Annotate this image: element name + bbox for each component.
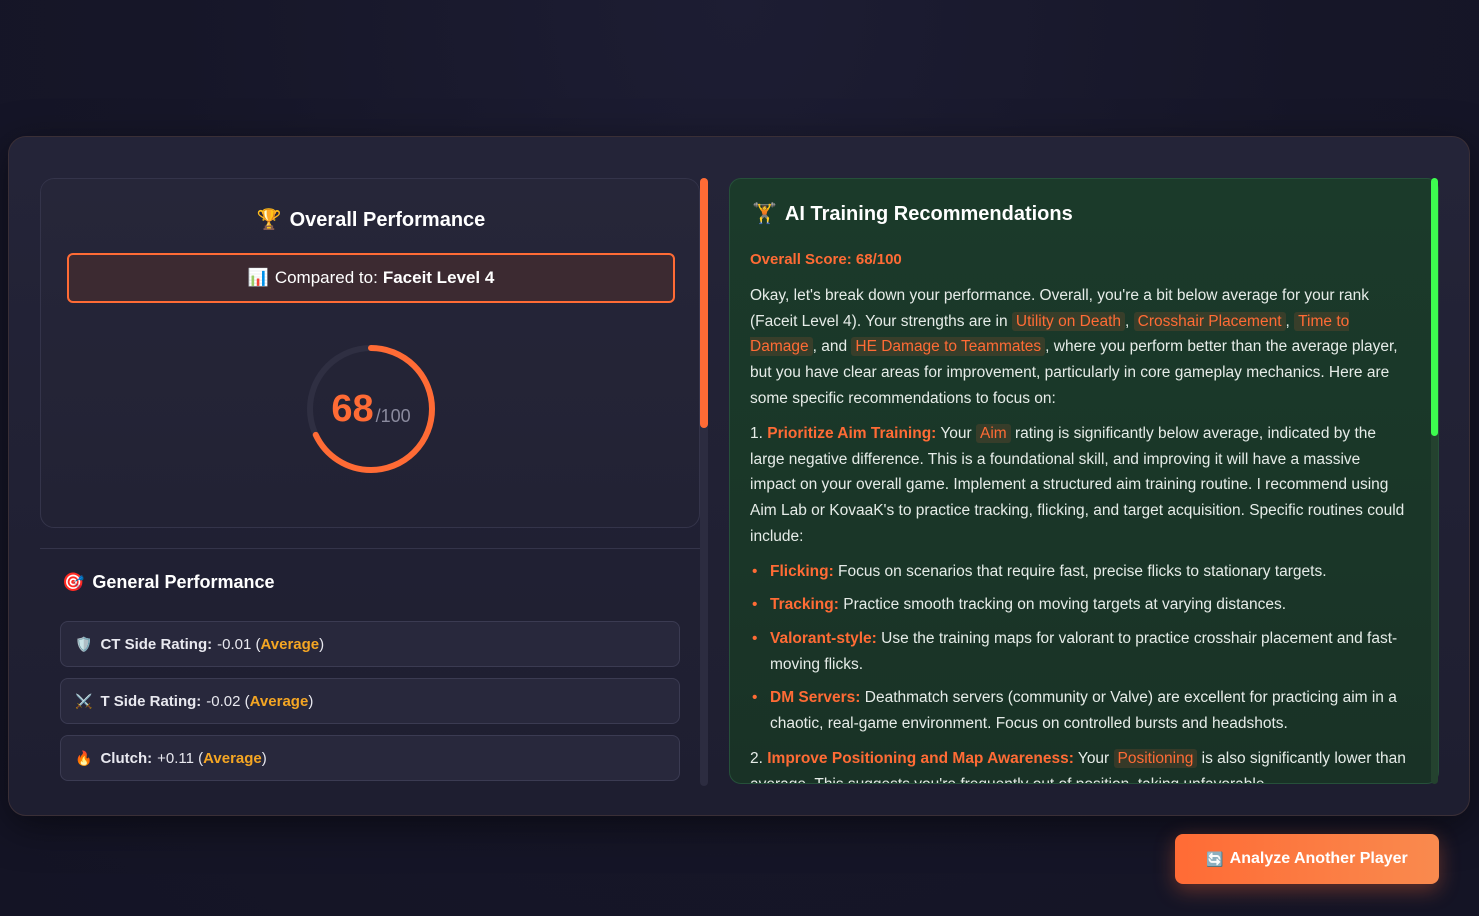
bullet-dot: • <box>752 630 758 647</box>
score-max: /100 <box>375 405 411 426</box>
ai-recommendations-panel[interactable]: 🏋 AI Training Recommendations Overall Sco… <box>729 178 1439 784</box>
swords-icon: ⚔️ <box>75 692 93 709</box>
recommendation-item-1: 1. Prioritize Aim Training: Your Aim rat… <box>750 424 1405 545</box>
bullet-tracking: • Tracking: Practice smooth tracking on m… <box>750 592 1410 618</box>
stat-value: -0.02 <box>206 692 241 710</box>
bullet-dot: • <box>752 596 758 613</box>
right-scrollbar-thumb[interactable] <box>1431 178 1438 436</box>
bullet-valorant-style: • Valorant-style: Use the training maps f… <box>750 626 1410 677</box>
general-performance-title: 🎯 General Performance <box>62 572 275 592</box>
refresh-icon: 🔄 <box>1206 850 1224 867</box>
overall-performance-card: 🏆 Overall Performance 📊 Compared to: Face… <box>40 178 700 528</box>
stat-level: Average <box>249 692 309 710</box>
trophy-icon: 🏆 <box>256 209 282 231</box>
bullet-dot: • <box>752 563 758 580</box>
stat-level: Average <box>203 749 262 767</box>
score-number: 68 <box>331 387 374 430</box>
stat-row-clutch: 🔥 Clutch: +0.11 (Average) <box>60 735 680 781</box>
dumbbell-icon: 🏋 <box>752 203 777 225</box>
bar-chart-icon: 📊 <box>247 268 269 287</box>
overall-score-line: Overall Score: 68/100 <box>750 251 902 268</box>
stat-value: +0.11 <box>157 749 194 767</box>
bullet-dot: • <box>752 689 758 706</box>
overall-performance-title: 🏆 Overall Performance <box>256 209 486 231</box>
highlight-positioning: Positioning <box>1113 749 1198 768</box>
intro-paragraph: Okay, let's break down your performance.… <box>750 287 1398 407</box>
highlight-utility-on-death: Utility on Death <box>1011 311 1126 331</box>
analyze-another-player-button[interactable]: 🔄 Analyze Another Player <box>1175 834 1439 884</box>
highlight-aim: Aim <box>976 424 1011 443</box>
stat-level: Average <box>260 635 320 653</box>
target-icon: 🎯 <box>62 572 85 592</box>
compared-to-badge: 📊 Compared to: Faceit Level 4 <box>67 253 675 303</box>
left-scrollbar-thumb[interactable] <box>700 178 708 428</box>
bullet-dm-servers: • DM Servers: Deathmatch servers (communi… <box>750 685 1410 736</box>
stat-label: CT Side Rating: <box>100 635 213 653</box>
bullet-flicking: • Flicking: Focus on scenarios that requi… <box>750 559 1410 585</box>
stat-value: -0.01 <box>217 635 252 653</box>
item-heading: Improve Positioning and Map Awareness: <box>767 750 1074 767</box>
stat-label: T Side Rating: <box>100 692 202 710</box>
shield-icon: 🛡️ <box>75 635 93 652</box>
item-heading: Prioritize Aim Training: <box>767 425 937 442</box>
compared-to-value: Faceit Level 4 <box>382 268 495 287</box>
section-divider <box>40 548 700 549</box>
highlight-he-damage: HE Damage to Teammates <box>851 337 1046 357</box>
fire-icon: 🔥 <box>75 749 93 766</box>
left-panel[interactable]: 🏆 Overall Performance 📊 Compared to: Face… <box>40 178 700 786</box>
analyze-button-label: Analyze Another Player <box>1229 850 1408 867</box>
stat-row-ct-side: 🛡️ CT Side Rating: -0.01 (Average) <box>60 621 680 667</box>
stat-label: Clutch: <box>100 749 153 767</box>
stat-row-t-side: ⚔️ T Side Rating: -0.02 (Average) <box>60 678 680 724</box>
recommendation-item-2: 2. Improve Positioning and Map Awareness… <box>750 749 1406 783</box>
ai-recommendations-title: 🏋 AI Training Recommendations <box>752 203 1073 225</box>
compared-to-label: Compared to: <box>274 268 378 287</box>
highlight-crosshair-placement: Crosshair Placement <box>1133 311 1286 331</box>
score-value: 68 /100 <box>305 343 437 475</box>
